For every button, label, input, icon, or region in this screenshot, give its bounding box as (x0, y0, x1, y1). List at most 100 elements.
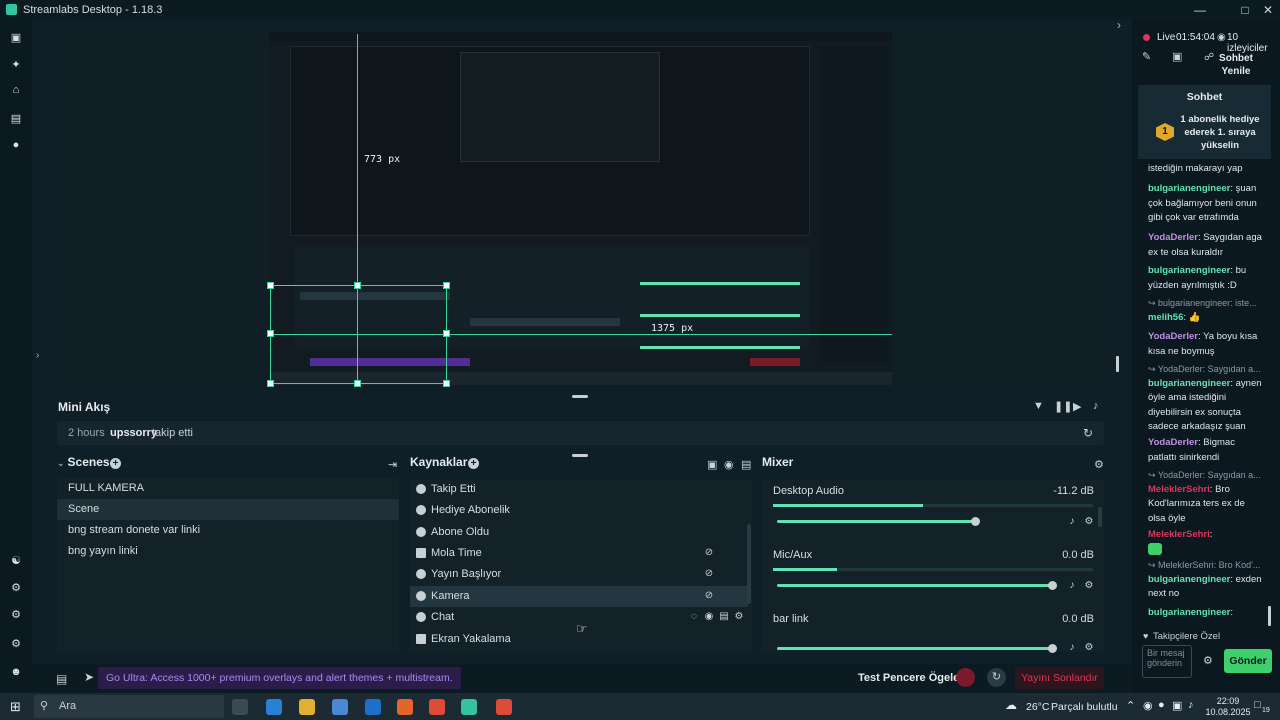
test-widgets-button[interactable]: Test Pencere Ögeleri (858, 672, 967, 684)
resize-handle[interactable] (267, 380, 274, 387)
settings-icon[interactable]: ⚙ (8, 635, 24, 651)
collapse-icon[interactable]: ⌄ (57, 458, 65, 468)
mute-icon[interactable]: ♪ (1093, 400, 1099, 412)
record-icon[interactable]: ● (8, 137, 24, 153)
trash-icon[interactable]: ▤ (719, 612, 729, 622)
themes-icon[interactable]: ✦ (8, 56, 24, 72)
pause-icon[interactable]: ❚❚ (1054, 400, 1072, 413)
profile-icon[interactable]: ☻ (8, 664, 24, 680)
resize-handle[interactable] (354, 380, 361, 387)
tray-app-icon[interactable]: ◉ (1143, 699, 1153, 712)
source-item[interactable]: Yayın Başlıyor ⊘ (410, 564, 748, 585)
resize-handle[interactable] (267, 330, 274, 337)
end-stream-button[interactable]: Yayını Sonlandır (1015, 667, 1104, 689)
source-item[interactable]: Abone Oldu (410, 522, 748, 543)
store-icon[interactable]: ⌂ (8, 82, 24, 98)
scene-item[interactable]: bng yayın linki (57, 541, 399, 562)
chat-user[interactable]: bulgarianengineer (1148, 607, 1230, 618)
resize-handle[interactable] (443, 380, 450, 387)
chat-user[interactable]: bulgarianengineer (1148, 183, 1230, 194)
scene-item[interactable]: FULL KAMERA (57, 478, 399, 499)
chat-user[interactable]: YodaDerler (1148, 232, 1198, 243)
gear-icon[interactable]: ⚙ (734, 612, 744, 622)
taskbar-search[interactable]: ⚲ Ara (34, 695, 224, 718)
apps-icon[interactable]: ⚙ (8, 606, 24, 622)
stats-icon[interactable]: ▤ (56, 672, 67, 686)
chat-user[interactable]: MeleklerSehri (1148, 484, 1210, 495)
source-display-icon[interactable]: ▣ (707, 458, 717, 471)
skip-icon[interactable]: ▶ (1073, 400, 1081, 413)
weather-temp[interactable]: 26°C (1026, 701, 1049, 713)
scene-item[interactable]: bng stream donete var linki (57, 520, 399, 541)
chat-user[interactable]: MelekIerSehri (1148, 529, 1210, 540)
resize-handle[interactable] (267, 282, 274, 289)
edit-icon[interactable]: ✎ (1142, 50, 1151, 63)
record-button[interactable] (956, 668, 975, 687)
notification-icon[interactable]: □ (1254, 699, 1261, 711)
refresh-chat-button[interactable]: Sohbet Yenile (1218, 52, 1254, 78)
hidden-eye-icon[interactable]: ⊘ (704, 548, 714, 558)
folder-icon[interactable]: ▤ (741, 458, 751, 471)
source-item[interactable]: Mola Time ⊘ (410, 543, 748, 564)
speaker-icon[interactable]: ♪ (1067, 643, 1077, 653)
clock-time[interactable]: 22:09 (1208, 696, 1248, 706)
preview-scroll-handle[interactable] (1116, 356, 1119, 372)
go-ultra-link[interactable]: Go Ultra: Access 1000+ premium overlays … (98, 667, 461, 689)
replay-buffer-button[interactable]: ↻ (987, 668, 1006, 687)
resize-handle[interactable] (354, 282, 361, 289)
mic-icon[interactable]: ● (1158, 699, 1165, 711)
store-app-icon[interactable] (332, 699, 348, 715)
editor-icon[interactable]: ▣ (8, 29, 24, 45)
task-view-icon[interactable] (232, 699, 248, 715)
volume-slider[interactable] (777, 520, 975, 523)
streamlabs-icon[interactable] (461, 699, 477, 715)
minimize-button[interactable]: — (1188, 0, 1212, 19)
outlook-icon[interactable] (365, 699, 381, 715)
chrome-profile-icon[interactable] (496, 699, 512, 715)
repeat-icon[interactable]: ↻ (1083, 426, 1093, 440)
source-item[interactable]: Kamera ⊘ (410, 586, 748, 607)
gear-icon[interactable]: ⚙ (1084, 581, 1094, 591)
volume-slider[interactable] (777, 647, 1052, 650)
send-button[interactable]: Gönder (1224, 649, 1272, 673)
firefox-icon[interactable] (397, 699, 413, 715)
studio-mode-icon[interactable]: ☯ (8, 552, 24, 568)
eye-icon[interactable]: ◉ (704, 612, 714, 622)
chat-user[interactable]: YodaDerler (1148, 437, 1198, 448)
volume-knob[interactable] (971, 517, 980, 526)
scene-transitions-icon[interactable]: ⇥ (388, 458, 397, 471)
share-icon[interactable]: ☍ (1204, 52, 1214, 63)
expand-left-icon[interactable]: › (36, 350, 39, 361)
hidden-eye-icon[interactable]: ⊘ (704, 591, 714, 601)
mixer-settings-icon[interactable]: ⚙ (1094, 458, 1104, 471)
chat-user[interactable]: bulgarianengineer (1148, 574, 1230, 585)
network-icon[interactable]: ▣ (1172, 699, 1182, 712)
resize-grabber[interactable] (572, 454, 588, 457)
chat-input[interactable]: Bir mesaj gönderin (1142, 645, 1192, 678)
add-scene-button[interactable]: + (110, 458, 121, 469)
layout-icon[interactable]: ⚙ (8, 579, 24, 595)
source-group-icon[interactable]: ◉ (724, 458, 734, 471)
mixer-scrollbar[interactable] (1098, 507, 1102, 527)
filter-icon[interactable]: ▼ (1033, 400, 1044, 412)
scene-item[interactable]: Scene (57, 499, 399, 520)
add-source-button[interactable]: + (468, 458, 479, 469)
chat-user[interactable]: melih56 (1148, 312, 1183, 323)
weather-desc[interactable]: Parçalı bulutlu (1051, 701, 1118, 713)
volume-slider[interactable] (777, 584, 1052, 587)
lock-icon[interactable]: ◌ (689, 612, 699, 622)
speaker-icon[interactable]: ♪ (1067, 517, 1077, 527)
speaker-icon[interactable]: ♪ (1067, 581, 1077, 591)
source-item[interactable]: Hediye Abonelik (410, 500, 748, 521)
windows-start-icon[interactable]: ⊞ (10, 699, 21, 715)
volume-knob[interactable] (1048, 581, 1057, 590)
close-button[interactable]: ✕ (1256, 0, 1280, 19)
chat-user[interactable]: YodaDerler (1148, 331, 1198, 342)
tray-chevron-icon[interactable]: ⌃ (1126, 699, 1135, 712)
chrome-icon[interactable] (429, 699, 445, 715)
volume-icon[interactable]: ♪ (1188, 699, 1194, 711)
chat-scrollbar[interactable] (1268, 606, 1271, 626)
chat-settings-icon[interactable]: ⚙ (1203, 654, 1213, 667)
resize-handle[interactable] (443, 282, 450, 289)
hidden-eye-icon[interactable]: ⊘ (704, 569, 714, 579)
